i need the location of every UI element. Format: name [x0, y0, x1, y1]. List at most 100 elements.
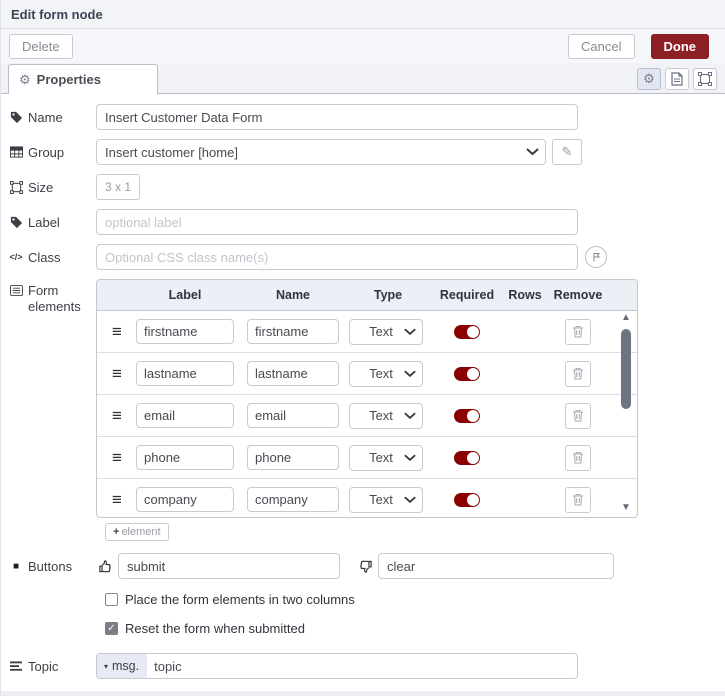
table-icon — [9, 146, 23, 158]
dynamic-class-button[interactable] — [585, 246, 607, 268]
required-toggle[interactable] — [454, 324, 480, 339]
description-view-button[interactable] — [665, 68, 689, 90]
tag-icon — [9, 111, 23, 124]
flag-icon — [591, 252, 601, 262]
properties-view-button[interactable]: ⚙ — [637, 68, 661, 90]
checkbox[interactable]: ✓ — [105, 622, 118, 635]
chevron-down-icon — [404, 496, 416, 504]
delete-element-button[interactable] — [565, 402, 591, 429]
thumbs-up-icon — [98, 559, 113, 574]
object-size-icon — [9, 180, 23, 194]
topic-type-button[interactable]: ▾ msg. — [97, 654, 148, 678]
delete-element-button[interactable] — [565, 486, 591, 513]
trash-icon — [572, 493, 584, 506]
delete-element-button[interactable] — [565, 360, 591, 387]
element-type-select[interactable]: Text — [349, 360, 423, 387]
square-icon: ■ — [12, 560, 20, 572]
edit-group-button[interactable]: ✎ — [552, 139, 582, 165]
tab-properties-label: Properties — [36, 72, 101, 87]
buttons-label: ■ Buttons — [9, 559, 96, 574]
class-input[interactable] — [96, 244, 578, 270]
tab-properties[interactable]: ⚙ Properties — [8, 64, 158, 94]
scroll-up-icon[interactable]: ▲ — [621, 313, 631, 323]
delete-button[interactable]: Delete — [9, 33, 73, 59]
checkbox[interactable]: ✓ — [105, 593, 118, 606]
element-label-input[interactable] — [136, 319, 234, 344]
cancel-button[interactable]: Cancel — [568, 33, 635, 59]
element-type-select[interactable]: Text — [349, 444, 423, 471]
clear-button-label-input[interactable] — [378, 553, 614, 579]
done-button[interactable]: Done — [650, 33, 709, 59]
drag-handle-icon[interactable]: ≡ — [105, 491, 129, 508]
size-row: Size 3 x 1 — [9, 174, 717, 200]
required-toggle[interactable] — [454, 450, 480, 465]
col-header-name: Name — [275, 288, 311, 302]
buttons-row: ■ Buttons — [9, 553, 717, 579]
delete-element-button[interactable] — [565, 318, 591, 345]
topic-typed-input: ▾ msg. — [96, 653, 578, 679]
col-header-rows: Rows — [508, 288, 542, 302]
required-toggle[interactable] — [454, 492, 480, 507]
tab-bar: ⚙ Properties ⚙ — [1, 63, 725, 94]
element-label-input[interactable] — [136, 445, 234, 470]
pencil-icon: ✎ — [561, 144, 573, 159]
group-select[interactable]: Insert customer [home] — [96, 139, 546, 165]
tasks-icon — [9, 661, 23, 672]
trash-icon — [572, 367, 584, 380]
element-label-input[interactable] — [136, 403, 234, 428]
table-scrollbar[interactable]: ▲ ▼ — [618, 313, 634, 513]
required-toggle[interactable] — [454, 408, 480, 423]
form-elements-body: ≡ Text ≡ Text — [97, 311, 637, 517]
selection-box-icon — [698, 72, 712, 86]
two-columns-label: Place the form elements in two columns — [125, 592, 355, 607]
trash-icon — [572, 325, 584, 338]
topic-prefix-label: msg. — [112, 659, 140, 673]
chevron-down-icon — [404, 328, 416, 336]
name-row: Name — [9, 104, 717, 130]
element-type-select[interactable]: Text — [349, 486, 423, 513]
table-row: ≡ Text — [97, 311, 637, 353]
element-type-select[interactable]: Text — [349, 402, 423, 429]
chevron-down-icon — [404, 370, 416, 378]
topic-input[interactable] — [147, 654, 577, 678]
size-label: Size — [9, 180, 96, 195]
element-name-input[interactable] — [247, 445, 339, 470]
label-input[interactable] — [96, 209, 578, 235]
group-row: Group Insert customer [home] ✎ — [9, 139, 717, 165]
class-label: </> Class — [9, 249, 61, 265]
element-label-input[interactable] — [136, 487, 234, 512]
chevron-down-icon — [404, 454, 416, 462]
element-type-select[interactable]: Text — [349, 318, 423, 345]
plus-icon: + — [113, 526, 120, 538]
dialog-toolbar: Delete Cancel Done — [1, 29, 725, 63]
name-input[interactable] — [96, 104, 578, 130]
drag-handle-icon[interactable]: ≡ — [105, 449, 129, 466]
drag-handle-icon[interactable]: ≡ — [105, 407, 129, 424]
appearance-view-button[interactable] — [693, 68, 717, 90]
element-label-input[interactable] — [136, 361, 234, 386]
scroll-down-icon[interactable]: ▼ — [621, 503, 631, 513]
element-name-input[interactable] — [247, 403, 339, 428]
drag-handle-icon[interactable]: ≡ — [105, 365, 129, 382]
chevron-down-icon — [404, 412, 416, 420]
size-button[interactable]: 3 x 1 — [96, 174, 140, 200]
document-icon — [671, 72, 683, 86]
add-element-button[interactable]: + element — [105, 523, 169, 541]
delete-element-button[interactable] — [565, 444, 591, 471]
tag-icon — [9, 216, 23, 229]
element-name-input[interactable] — [247, 487, 339, 512]
caret-down-icon: ▾ — [104, 661, 109, 671]
reset-form-option[interactable]: ✓ Reset the form when submitted — [105, 621, 717, 636]
element-name-input[interactable] — [247, 361, 339, 386]
scrollbar-thumb[interactable] — [621, 329, 631, 409]
element-name-input[interactable] — [247, 319, 339, 344]
submit-button-label-input[interactable] — [118, 553, 340, 579]
table-row: ≡ Text — [97, 395, 637, 437]
chevron-down-icon — [526, 148, 539, 156]
gear-icon: ⚙ — [19, 71, 31, 87]
two-columns-option[interactable]: ✓ Place the form elements in two columns — [105, 592, 717, 607]
label-row: Label — [9, 209, 717, 235]
required-toggle[interactable] — [454, 366, 480, 381]
drag-handle-icon[interactable]: ≡ — [105, 323, 129, 340]
list-icon — [9, 283, 23, 296]
